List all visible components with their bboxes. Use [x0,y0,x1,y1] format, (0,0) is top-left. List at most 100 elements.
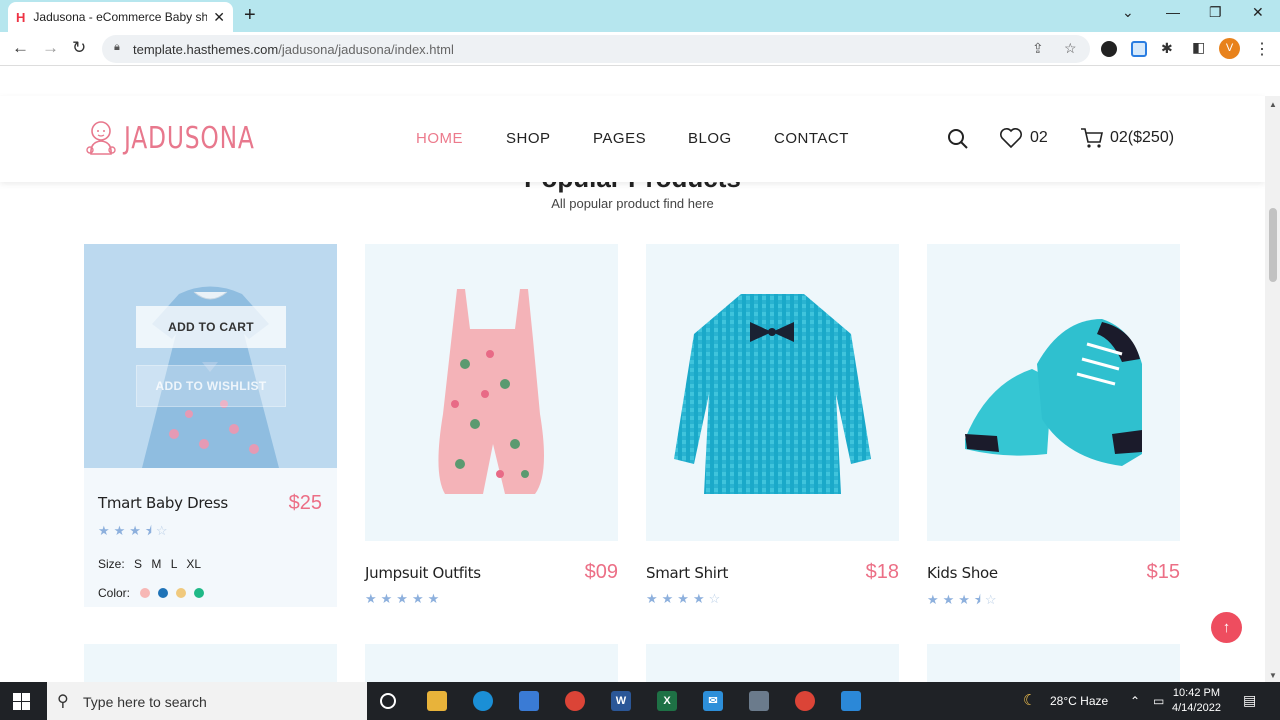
extension-icon[interactable] [1131,41,1147,57]
taskbar-search-placeholder: Type here to search [83,694,207,710]
color-swatch[interactable] [158,588,169,598]
close-tab-icon[interactable]: ✕ [213,9,225,26]
extension-icon[interactable] [1101,41,1117,57]
maximize-icon[interactable]: ❐ [1209,4,1222,21]
mail-icon[interactable]: ✉ [703,691,723,711]
cart-icon[interactable] [1080,127,1104,149]
section-subtitle: All popular product find here [551,196,714,211]
product-image[interactable] [927,244,1180,541]
color-label: Color: [98,586,131,600]
size-option[interactable]: L [171,557,177,571]
rating-stars: ★★★⯨☆ [98,523,172,538]
clock-date: 4/14/2022 [1172,702,1221,714]
scroll-up-icon[interactable]: ▲ [1269,100,1277,109]
puzzle-extensions-icon[interactable]: ✱ [1161,40,1173,57]
color-swatch[interactable] [140,588,151,598]
store-icon[interactable] [519,691,539,711]
site-logo[interactable]: JADUSONA [84,120,292,156]
app-icon[interactable] [841,691,861,711]
product-image[interactable] [365,644,618,682]
tab-title: Jadusona - eCommerce Baby sho [33,10,208,24]
product-price: $15 [1146,561,1180,583]
product-image[interactable] [927,644,1180,682]
color-swatch[interactable] [176,588,187,598]
color-options: Color: [98,586,205,600]
file-explorer-icon[interactable] [427,691,447,711]
excel-icon[interactable]: X [657,691,677,711]
product-price: $25 [288,492,322,514]
side-panel-icon[interactable]: ◧ [1192,39,1205,56]
cortana-icon[interactable] [380,693,396,709]
scroll-down-icon[interactable]: ▼ [1269,671,1277,680]
nav-home[interactable]: HOME [416,130,463,147]
size-option[interactable]: S [134,557,142,571]
back-icon[interactable]: ← [12,38,29,58]
browser-tabbar: H Jadusona - eCommerce Baby sho ✕ + ⌄ — … [0,0,1280,32]
tray-chevron-icon[interactable]: ⌃ [1130,694,1140,708]
share-icon[interactable]: ⇪ [1032,40,1044,57]
browser-toolbar: ← → ↻ 🔒︎ template.hasthemes.com/jadusona… [0,32,1280,66]
add-to-cart-button[interactable]: ADD TO CART [136,306,286,348]
windows-taskbar: ⚲ Type here to search W X ✉ ☾ 28°C Haze … [0,682,1280,720]
product-image[interactable] [646,644,899,682]
edge-icon[interactable] [473,691,493,711]
minimize-icon[interactable]: — [1166,4,1180,20]
nav-contact[interactable]: CONTACT [774,130,849,147]
taskbar-search[interactable]: ⚲ Type here to search [47,682,367,720]
forward-icon[interactable]: → [42,38,59,58]
product-image[interactable] [646,244,899,541]
page-scrollbar[interactable]: ▲ ▼ [1265,96,1280,682]
product-image[interactable] [84,244,337,468]
rating-stars: ★★★⯨☆ [927,592,1001,607]
size-option[interactable]: XL [186,557,201,571]
nav-blog[interactable]: BLOG [688,130,732,147]
reload-icon[interactable]: ↻ [72,38,86,58]
logo-wordmark: JADUSONA [124,120,255,156]
product-name[interactable]: Jumpsuit Outfits [365,564,481,582]
windows-start-icon[interactable] [13,693,30,710]
rating-stars: ★★★★★ [365,591,444,606]
nav-pages[interactable]: PAGES [593,130,646,147]
jumpsuit-image [438,289,544,494]
tab-search-chevron-icon[interactable]: ⌄ [1122,4,1134,21]
search-icon[interactable] [947,128,969,150]
close-window-icon[interactable]: ✕ [1252,4,1264,21]
dress-image [142,286,279,468]
clock-time: 10:42 PM [1172,687,1221,699]
new-tab-icon[interactable]: + [244,4,256,27]
back-to-top-button[interactable]: ↑ [1211,612,1242,643]
weather-icon[interactable]: ☾ [1023,691,1036,709]
browser-tab[interactable]: H Jadusona - eCommerce Baby sho ✕ [8,2,233,32]
address-bar[interactable]: 🔒︎ template.hasthemes.com/jadusona/jadus… [102,35,1090,63]
rating-stars: ★★★★☆ [646,591,725,606]
scrollbar-thumb[interactable] [1269,208,1277,282]
bookmark-star-icon[interactable]: ☆ [1064,40,1077,57]
page-viewport: Popular Products All popular product fin… [0,67,1265,682]
product-image[interactable] [365,244,618,541]
cart-summary[interactable]: 02($250) [1110,129,1174,147]
nav-shop[interactable]: SHOP [506,130,551,147]
search-icon: ⚲ [57,693,69,710]
product-name[interactable]: Kids Shoe [927,564,998,582]
add-to-wishlist-button[interactable]: ADD TO WISHLIST [136,365,286,407]
wishlist-count[interactable]: 02 [1030,129,1048,147]
weather-text[interactable]: 28°C Haze [1050,694,1108,708]
product-image[interactable] [84,644,337,682]
size-option[interactable]: M [151,557,161,571]
product-price: $09 [584,561,618,583]
profile-avatar[interactable]: V [1219,38,1240,59]
wishlist-heart-icon[interactable] [999,127,1023,149]
chrome-profile-icon[interactable] [795,691,815,711]
browser-menu-icon[interactable]: ⋮ [1254,39,1270,59]
chrome-icon[interactable] [565,691,585,711]
lock-icon[interactable]: 🔒︎ [114,41,120,54]
paint-icon[interactable] [749,691,769,711]
word-icon[interactable]: W [611,691,631,711]
taskbar-clock[interactable]: 10:42 PM 4/14/2022 [1172,686,1221,716]
color-swatch[interactable] [194,588,205,598]
product-name[interactable]: Tmart Baby Dress [98,494,228,512]
network-icon[interactable]: ▭ [1153,694,1164,708]
url-text[interactable]: template.hasthemes.com/jadusona/jadusona… [133,42,454,57]
notifications-icon[interactable]: ▤ [1243,692,1256,709]
product-name[interactable]: Smart Shirt [646,564,728,582]
